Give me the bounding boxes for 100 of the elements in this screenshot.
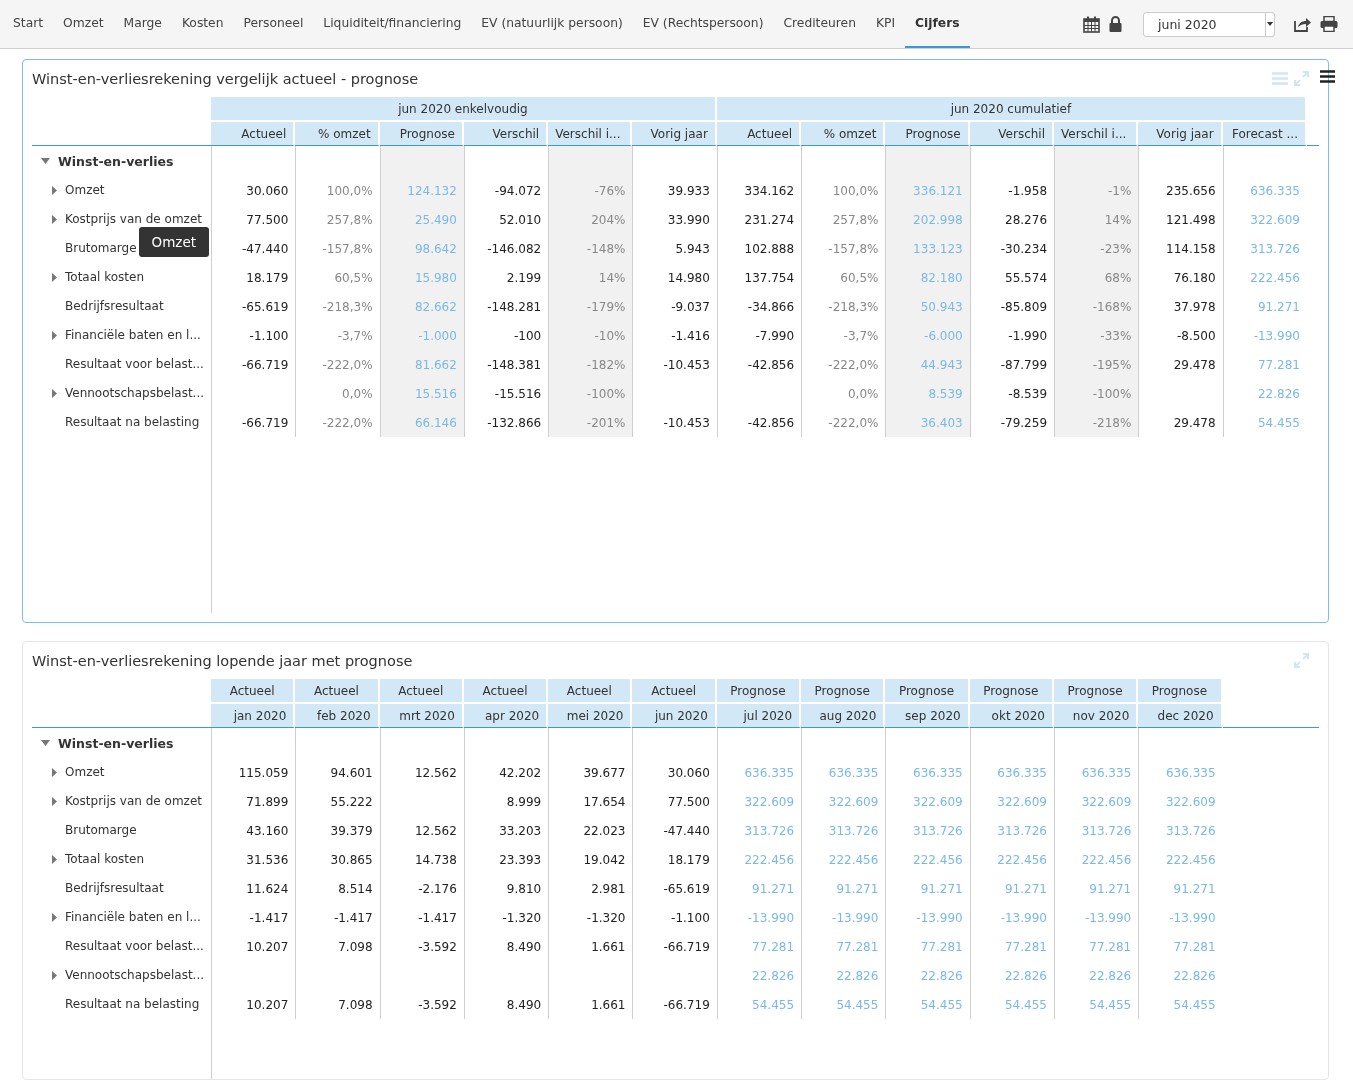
menu-icon[interactable] (1320, 70, 1335, 83)
column-header[interactable]: Verschil i... (548, 122, 633, 146)
nav-tab[interactable]: Crediteuren (773, 0, 866, 48)
nav-tab[interactable]: Omzet (53, 0, 114, 48)
table-cell: -33% (1100, 328, 1132, 343)
expand-caret-icon[interactable] (52, 796, 57, 806)
expand-caret-icon[interactable] (52, 970, 57, 980)
nav-tab[interactable]: KPI (865, 0, 906, 48)
column-header[interactable]: okt 2020 (969, 704, 1054, 728)
table-cell: 235.656 (1166, 183, 1216, 198)
column-header[interactable]: aug 2020 (801, 704, 886, 728)
table-cell: -1.990 (1008, 328, 1048, 343)
nav-tab[interactable]: Personeel (233, 0, 314, 48)
column-header[interactable]: Vorig jaar (632, 122, 717, 146)
table-cell: 12.562 (414, 823, 457, 838)
expand-caret-icon[interactable] (52, 272, 57, 282)
table-cell: 18.179 (667, 852, 710, 867)
column-header[interactable]: mei 2020 (548, 704, 633, 728)
lock-icon[interactable] (1109, 16, 1122, 32)
table-cell: 22.826 (920, 968, 963, 983)
table-cell: 5.943 (675, 241, 710, 256)
column-header[interactable]: jul 2020 (716, 704, 802, 728)
column-header[interactable]: feb 2020 (295, 704, 380, 728)
panel-title: Winst-en-verliesrekening lopende jaar met prognose (32, 652, 413, 669)
column-header[interactable]: Verschil (969, 122, 1055, 146)
expand-caret-icon[interactable] (52, 388, 57, 398)
expand-caret-icon[interactable] (52, 214, 57, 224)
column-header[interactable]: jan 2020 (211, 704, 296, 728)
table-cell: 60,5% (840, 270, 879, 285)
table-cell: -66.719 (241, 415, 289, 430)
nav-tab[interactable]: EV (Rechtspersoon) (632, 0, 774, 48)
table-cell: 77.281 (1089, 939, 1132, 954)
collapse-caret-icon[interactable] (41, 740, 50, 747)
column-header[interactable]: Prognose (716, 679, 802, 704)
column-header[interactable]: Actueel (211, 122, 296, 146)
column-header[interactable]: Actueel (379, 679, 464, 704)
table-cell: 23.393 (499, 852, 542, 867)
column-header[interactable]: Actueel (548, 679, 633, 704)
column-header[interactable]: nov 2020 (1053, 704, 1139, 728)
table-cell: -15.516 (494, 386, 542, 401)
column-header[interactable]: Prognose (885, 679, 970, 704)
table-cell: -42.856 (747, 357, 795, 372)
table-cell: -132.866 (487, 415, 542, 430)
column-header[interactable]: Actueel (295, 679, 380, 704)
column-header[interactable]: Actueel (463, 679, 549, 704)
table-cell: 313.726 (828, 823, 879, 838)
period-dropdown[interactable]: juni 2020 (1143, 11, 1275, 37)
column-header[interactable]: Prognose (885, 122, 970, 146)
table-cell: -3.592 (418, 997, 457, 1012)
column-header[interactable]: Actueel (716, 122, 802, 146)
column-header[interactable]: Prognose (1138, 679, 1223, 704)
nav-tab[interactable]: Kosten (171, 0, 234, 48)
nav-tab[interactable]: EV (natuurlijk persoon) (471, 0, 633, 48)
column-header[interactable]: mrt 2020 (379, 704, 464, 728)
column-header[interactable]: % omzet (295, 122, 380, 146)
column-header[interactable]: Verschil i... (1054, 122, 1139, 146)
column-header[interactable]: Prognose (1053, 679, 1139, 704)
column-header[interactable]: Actueel (211, 679, 296, 704)
nav-tab[interactable]: Liquiditeit/financiering (313, 0, 472, 48)
column-header[interactable]: % omzet (801, 122, 886, 146)
table-cell: -66.719 (663, 939, 710, 954)
column-header[interactable]: Verschil (463, 122, 549, 146)
print-icon[interactable] (1320, 16, 1338, 32)
table-cell: 39.379 (330, 823, 373, 838)
column-header[interactable]: sep 2020 (885, 704, 970, 728)
column-header[interactable]: Actueel (632, 679, 717, 704)
column-header[interactable]: apr 2020 (463, 704, 549, 728)
column-header[interactable]: Vorig jaar (1138, 122, 1223, 146)
expand-caret-icon[interactable] (52, 767, 57, 777)
nav-tab[interactable]: Cijfers (905, 0, 970, 48)
table-cell: -1.417 (418, 910, 457, 925)
table-cell: -66.719 (241, 357, 289, 372)
table-cell: 0,0% (342, 386, 373, 401)
table-cell: -1.417 (333, 910, 373, 925)
table-cell: -47.440 (663, 823, 710, 838)
table-cell: 14.738 (414, 852, 457, 867)
column-header[interactable]: Prognose (379, 122, 464, 146)
column-header[interactable]: Prognose (801, 679, 886, 704)
table-cell: -1.100 (671, 910, 710, 925)
column-header[interactable]: dec 2020 (1138, 704, 1223, 728)
table-cell: 222.456 (913, 852, 963, 867)
nav-tab[interactable]: Start (3, 0, 54, 48)
expand-caret-icon[interactable] (52, 854, 57, 864)
share-icon[interactable] (1294, 16, 1311, 32)
column-header[interactable]: jun 2020 (632, 704, 717, 728)
table-cell: -222,0% (322, 415, 373, 430)
expand-caret-icon[interactable] (52, 330, 57, 340)
expand-caret-icon[interactable] (52, 912, 57, 922)
table-cell: 77.281 (836, 939, 879, 954)
table-cell: -42.856 (747, 415, 795, 430)
table-cell: -13.990 (1084, 910, 1132, 925)
collapse-caret-icon[interactable] (41, 158, 50, 165)
expand-caret-icon[interactable] (52, 185, 57, 195)
nav-tab[interactable]: Marge (113, 0, 172, 48)
calendar-icon[interactable] (1083, 15, 1100, 33)
column-header[interactable]: Prognose (969, 679, 1054, 704)
column-header[interactable]: Forecast ... (1222, 122, 1307, 146)
row-label: Totaal kosten (65, 270, 144, 285)
table-cell: 222.456 (1081, 852, 1132, 867)
table-cell: 54.455 (1173, 997, 1216, 1012)
